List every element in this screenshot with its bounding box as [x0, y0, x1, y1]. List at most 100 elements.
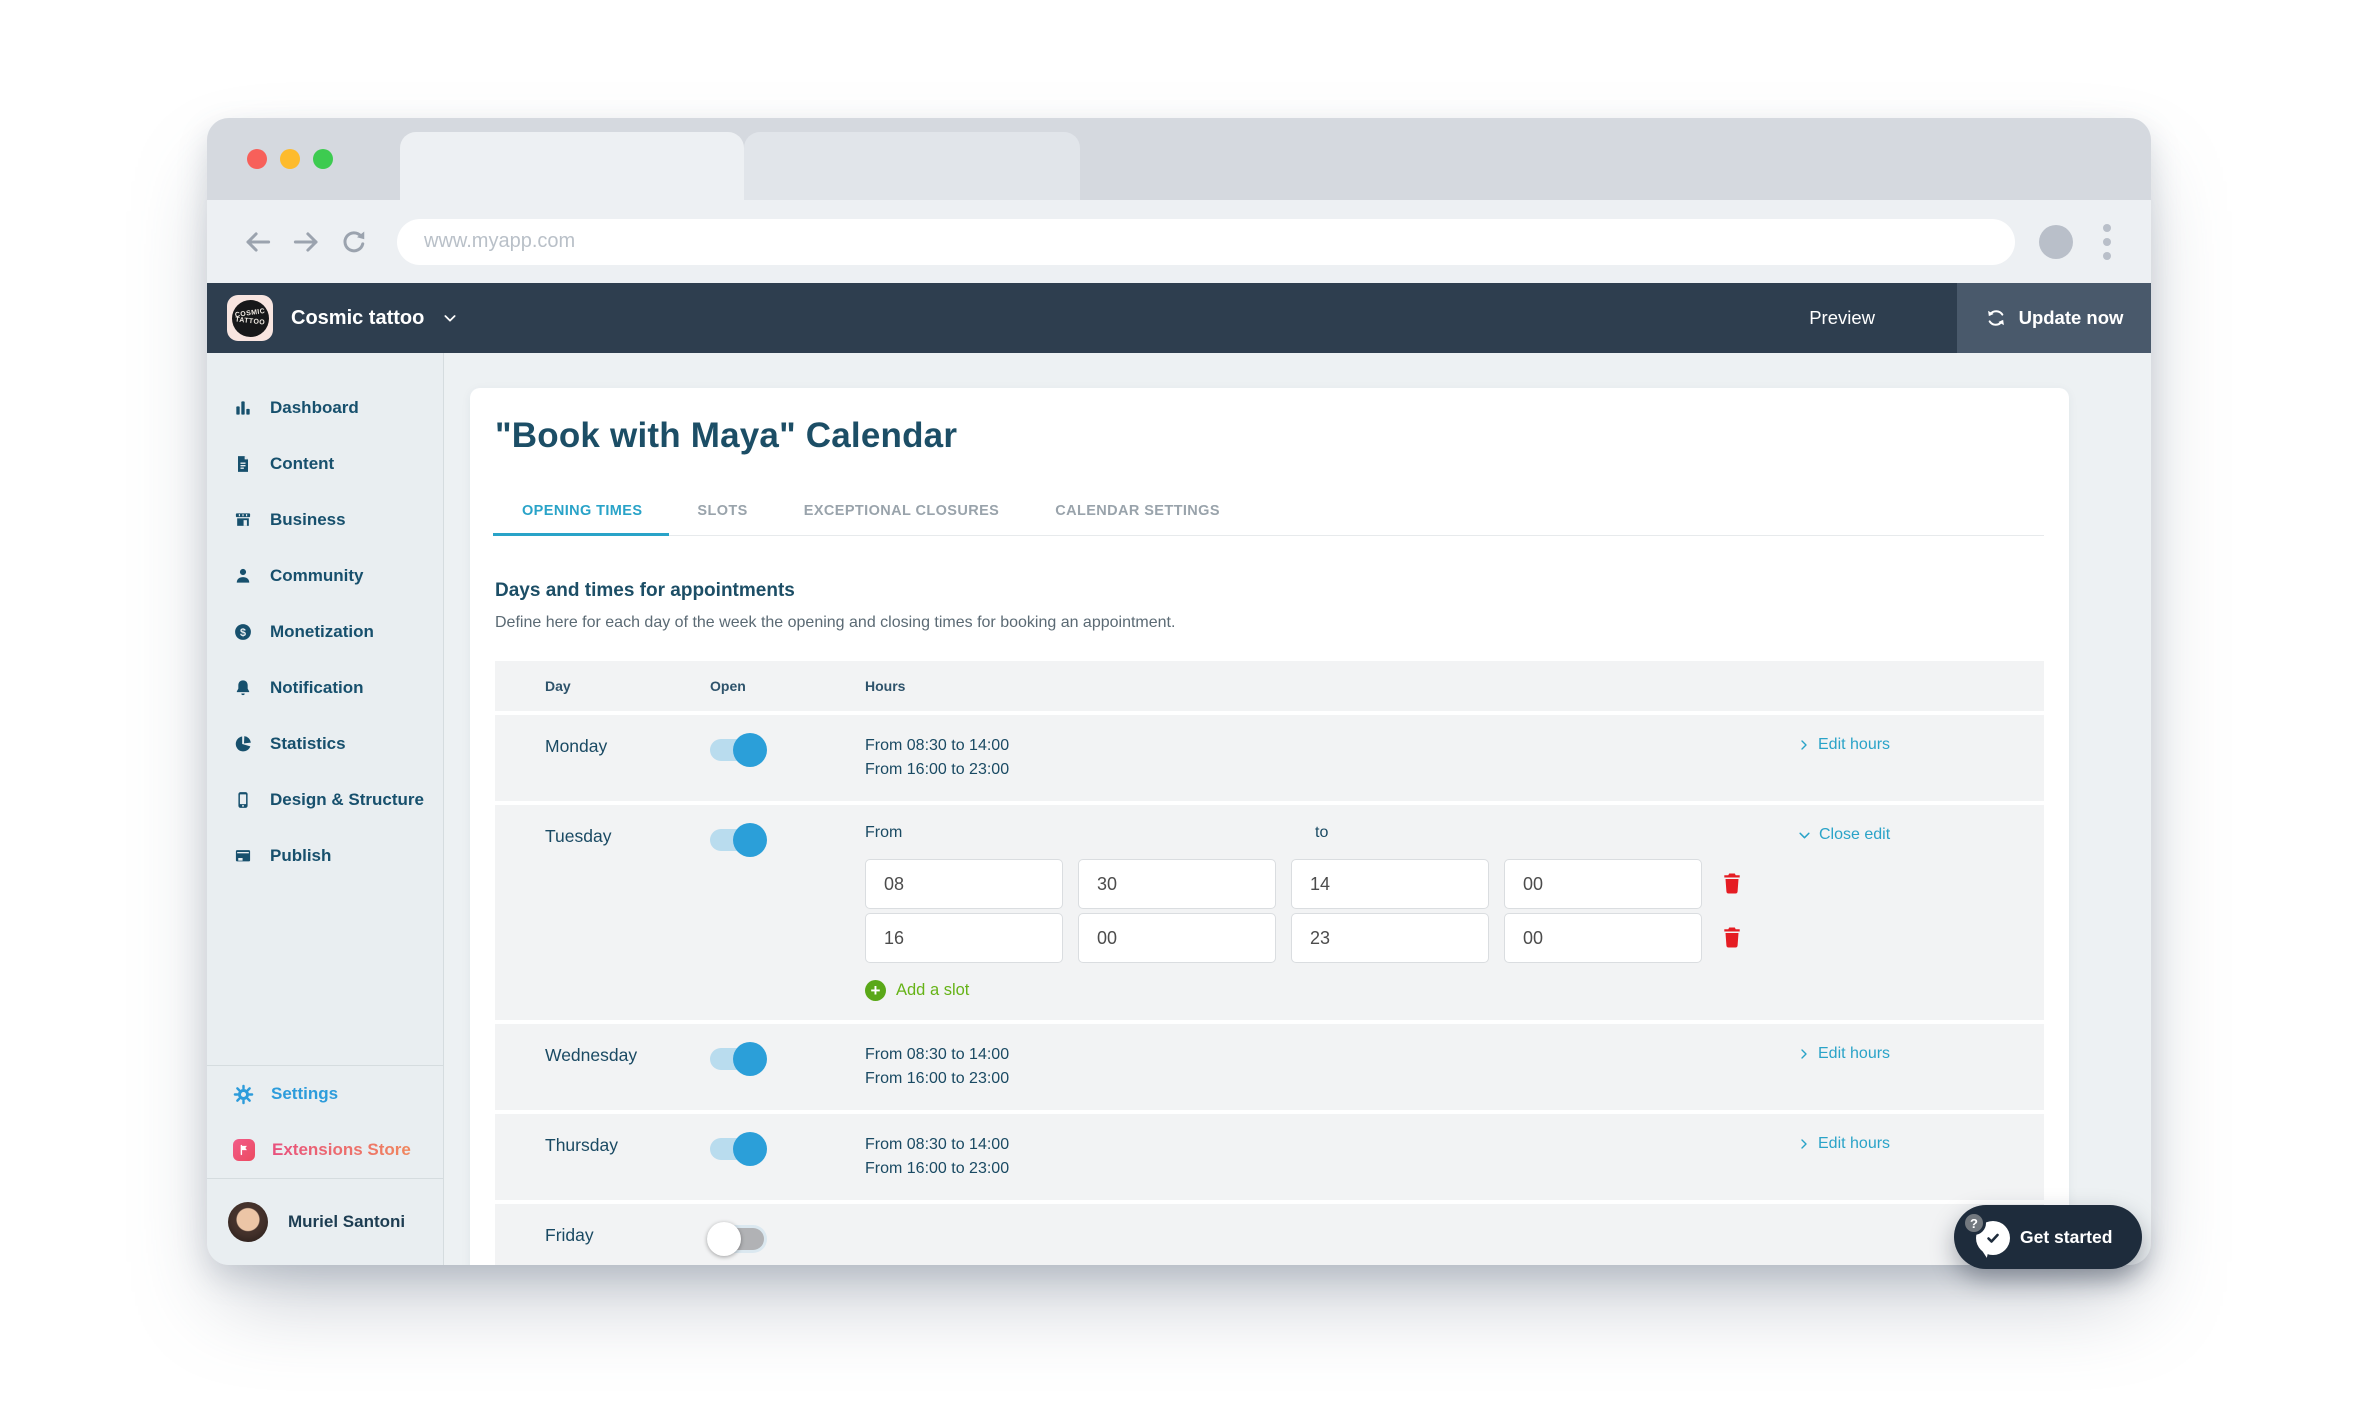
- sidebar-item-settings[interactable]: Settings: [207, 1066, 443, 1122]
- chevron-right-icon: [1801, 1049, 1807, 1059]
- main-area: "Book with Maya" Calendar OPENING TIMES …: [444, 353, 2151, 1265]
- browser-tab-active[interactable]: [400, 132, 744, 200]
- sidebar-item-extensions-store[interactable]: Extensions Store: [207, 1122, 443, 1178]
- site-logo-mark: COSMIC TATTOO: [231, 299, 269, 337]
- slot1-to-minute-input[interactable]: [1504, 859, 1702, 909]
- bell-icon: [236, 680, 250, 696]
- slot1-to-hour-input[interactable]: [1291, 859, 1489, 909]
- tab-slots[interactable]: SLOTS: [669, 488, 775, 536]
- sidebar-item-notification[interactable]: Notification: [207, 660, 443, 716]
- maximize-window-button[interactable]: [313, 149, 333, 169]
- open-toggle-wednesday[interactable]: [710, 1042, 767, 1076]
- to-label: to: [1315, 824, 1329, 841]
- browser-window: www.myapp.com COSMIC TATTOO Cosmic tatto…: [207, 118, 2151, 1265]
- sidebar-item-monetization[interactable]: $ Monetization: [207, 604, 443, 660]
- table-header: Day Open Hours: [495, 661, 2044, 711]
- slot2-from-minute-input[interactable]: [1078, 913, 1276, 963]
- table-row-thursday: Thursday From 08:30 to 14:00 From 16:00 …: [495, 1110, 2044, 1200]
- edit-hours-link-thursday[interactable]: Edit hours: [1798, 1133, 2044, 1153]
- header-hours: Hours: [865, 678, 906, 694]
- user-name: Muriel Santoni: [288, 1212, 406, 1231]
- site-switcher[interactable]: COSMIC TATTOO Cosmic tattoo: [207, 295, 458, 341]
- browser-toolbar: www.myapp.com: [207, 200, 2151, 283]
- chevron-right-icon: [1801, 740, 1807, 750]
- chevron-down-icon: [1799, 832, 1810, 838]
- open-toggle-thursday[interactable]: [710, 1132, 767, 1166]
- add-slot-button[interactable]: + Add a slot: [865, 980, 969, 1001]
- sidebar-item-dashboard[interactable]: Dashboard: [207, 380, 443, 436]
- open-toggle-tuesday[interactable]: [710, 823, 767, 857]
- browser-tab-inactive[interactable]: [744, 132, 1080, 200]
- url-text: www.myapp.com: [424, 230, 576, 252]
- close-edit-link-tuesday[interactable]: Close edit: [1798, 824, 2044, 844]
- sidebar-item-community[interactable]: Community: [207, 548, 443, 604]
- tab-calendar-settings[interactable]: CALENDAR SETTINGS: [1027, 488, 1248, 536]
- user-account[interactable]: Muriel Santoni: [207, 1179, 443, 1265]
- delete-slot2-button[interactable]: [1717, 923, 1747, 953]
- edit-hours-link-monday[interactable]: Edit hours: [1798, 734, 2044, 754]
- slot2-to-hour-input[interactable]: [1291, 913, 1489, 963]
- preview-button[interactable]: Preview: [1809, 307, 1875, 329]
- day-label: Monday: [545, 736, 608, 756]
- chevron-right-icon: [1801, 1139, 1807, 1149]
- slot2-to-minute-input[interactable]: [1504, 913, 1702, 963]
- delete-slot1-button[interactable]: [1717, 869, 1747, 899]
- get-started-label: Get started: [2020, 1226, 2113, 1247]
- chevron-down-icon: [444, 315, 456, 322]
- dollar-circle-icon: $: [235, 624, 251, 640]
- site-logo: COSMIC TATTOO: [227, 295, 273, 341]
- section-description: Define here for each day of the week the…: [495, 614, 1176, 631]
- table-row-friday: Friday: [495, 1200, 2044, 1265]
- get-started-button[interactable]: ? Get started: [1954, 1205, 2143, 1269]
- header-open: Open: [710, 678, 746, 694]
- browser-tabstrip: [207, 118, 2151, 200]
- slot1-from-minute-input[interactable]: [1078, 859, 1276, 909]
- slot-row-2: [865, 913, 1798, 963]
- sidebar-item-business[interactable]: Business: [207, 492, 443, 548]
- forward-icon[interactable]: [291, 227, 321, 257]
- slot1-from-hour-input[interactable]: [865, 859, 1063, 909]
- window-controls: [247, 149, 333, 169]
- gear-icon: [233, 1084, 254, 1104]
- trash-icon: [1724, 873, 1740, 893]
- sidebar-item-statistics[interactable]: Statistics: [207, 716, 443, 772]
- screenshot-stage: www.myapp.com COSMIC TATTOO Cosmic tatto…: [0, 0, 2357, 1426]
- sidebar-item-content[interactable]: Content: [207, 436, 443, 492]
- url-bar[interactable]: www.myapp.com: [397, 218, 2015, 265]
- user-avatar: [228, 1202, 268, 1242]
- day-label: Tuesday: [545, 826, 612, 846]
- sidebar-item-design-structure[interactable]: Design & Structure: [207, 772, 443, 828]
- person-icon: [236, 568, 250, 583]
- calendar-tabs: OPENING TIMES SLOTS EXCEPTIONAL CLOSURES…: [493, 488, 2044, 536]
- tab-exceptional-closures[interactable]: EXCEPTIONAL CLOSURES: [776, 488, 1027, 536]
- question-bubble-icon: ?: [1962, 1211, 1986, 1235]
- table-row-wednesday: Wednesday From 08:30 to 14:00 From 16:00…: [495, 1020, 2044, 1110]
- open-toggle-friday[interactable]: [707, 1222, 764, 1256]
- refresh-icon[interactable]: [339, 227, 369, 257]
- browser-menu-icon[interactable]: [2099, 220, 2115, 264]
- close-window-button[interactable]: [247, 149, 267, 169]
- open-toggle-monday[interactable]: [710, 733, 767, 767]
- svg-text:$: $: [240, 627, 246, 639]
- hours-summary: From 08:30 to 14:00 From 16:00 to 23:00: [865, 1136, 1010, 1177]
- bar-chart-icon: [236, 401, 250, 415]
- from-label: From: [865, 824, 903, 841]
- slot-row-1: [865, 859, 1798, 909]
- minimize-window-button[interactable]: [280, 149, 300, 169]
- help-chat-icon: ?: [1962, 1211, 2010, 1255]
- document-icon: [238, 456, 248, 472]
- day-label: Wednesday: [545, 1045, 638, 1065]
- phone-icon: [238, 792, 248, 808]
- update-now-button[interactable]: Update now: [1957, 283, 2151, 353]
- slot2-from-hour-input[interactable]: [865, 913, 1063, 963]
- browser-profile-avatar[interactable]: [2039, 224, 2073, 259]
- edit-hours-link-wednesday[interactable]: Edit hours: [1798, 1043, 2044, 1063]
- back-icon[interactable]: [243, 227, 273, 257]
- tab-opening-times[interactable]: OPENING TIMES: [493, 488, 670, 536]
- sidebar-item-publish[interactable]: Publish: [207, 828, 443, 884]
- app-topbar: COSMIC TATTOO Cosmic tattoo Preview Upda…: [207, 283, 2151, 353]
- opening-times-table: Day Open Hours Monday From 08:30 to 14:0…: [495, 661, 2044, 1265]
- hours-editor: From to 08 30 14 00 16 00 23 00 + Add a …: [865, 824, 1798, 1001]
- table-row-monday: Monday From 08:30 to 14:00 From 16:00 to…: [495, 711, 2044, 801]
- header-day: Day: [545, 678, 571, 694]
